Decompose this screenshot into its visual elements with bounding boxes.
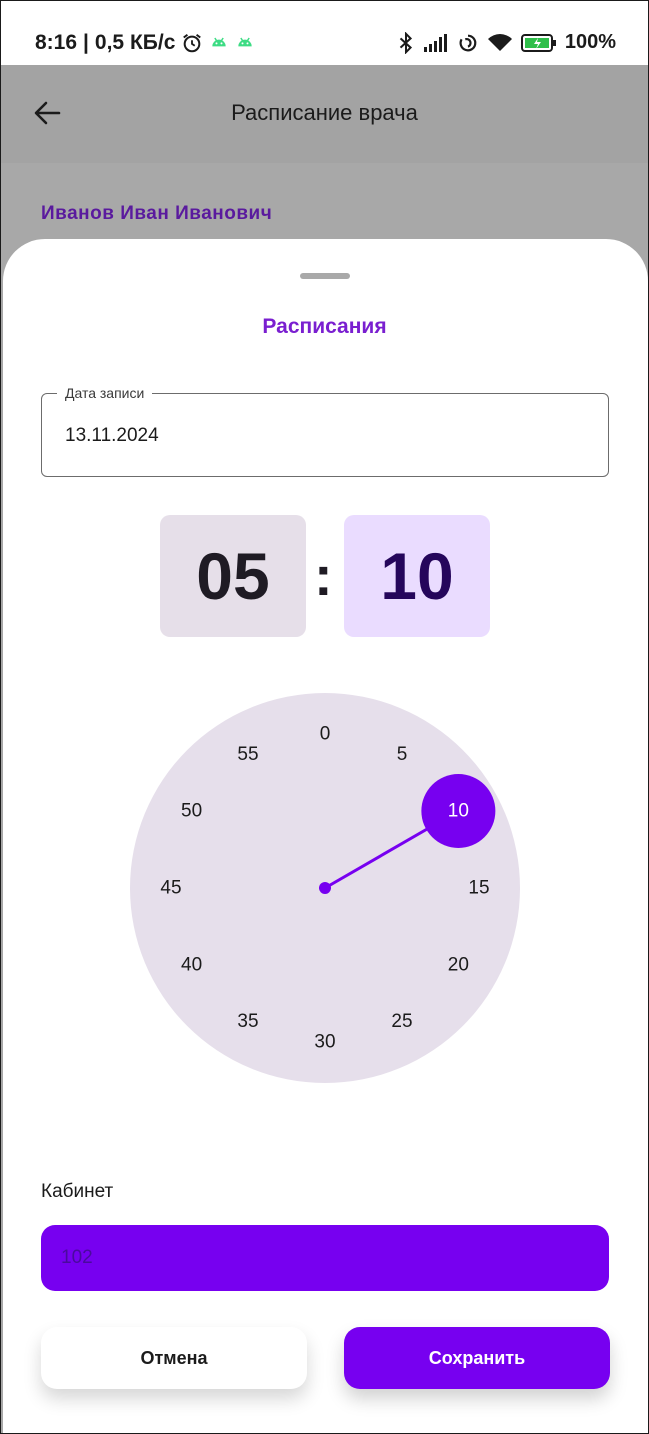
sync-icon xyxy=(459,34,477,51)
bluetooth-icon xyxy=(399,31,412,54)
screen: 8:16 | 0,5 КБ/с 100% Расписание врача Ив… xyxy=(0,0,649,1434)
dial-label-20[interactable]: 20 xyxy=(448,955,469,976)
dial-label-55[interactable]: 55 xyxy=(237,744,258,765)
status-speed: 0,5 КБ/с xyxy=(94,31,176,54)
minute-clock-dial[interactable]: 0 5 10 15 20 25 30 35 40 45 50 55 xyxy=(130,693,520,1083)
dial-label-5[interactable]: 5 xyxy=(397,744,408,765)
minutes-selector[interactable]: 10 xyxy=(344,515,490,637)
cabinet-value[interactable]: 102 xyxy=(61,1247,93,1269)
dial-label-40[interactable]: 40 xyxy=(181,955,202,976)
status-bar: 8:16 | 0,5 КБ/с 100% xyxy=(1,1,648,65)
cancel-button[interactable]: Отмена xyxy=(41,1327,307,1389)
battery-percent: 100% xyxy=(564,31,616,53)
date-field-value[interactable]: 13.11.2024 xyxy=(65,425,159,447)
dial-label-35[interactable]: 35 xyxy=(237,1011,258,1032)
dial-label-45[interactable]: 45 xyxy=(160,878,181,899)
save-button[interactable]: Сохранить xyxy=(344,1327,610,1389)
time-separator: : xyxy=(314,544,333,607)
dial-label-50[interactable]: 50 xyxy=(181,801,202,822)
wifi-icon xyxy=(487,33,512,51)
drag-handle[interactable] xyxy=(300,273,350,279)
cabinet-label: Кабинет xyxy=(41,1181,114,1202)
page-title: Расписание врача xyxy=(231,100,418,125)
hours-selector[interactable]: 05 xyxy=(160,515,306,637)
date-field-label: Дата записи xyxy=(57,385,153,401)
cabinet-input[interactable] xyxy=(41,1225,609,1291)
battery-icon xyxy=(520,33,556,52)
alarm-icon xyxy=(183,33,202,53)
signal-icon xyxy=(423,33,447,52)
doctor-name: Иванов Иван Иванович xyxy=(41,203,273,224)
dial-label-0[interactable]: 0 xyxy=(320,724,331,745)
sheet-title: Расписания xyxy=(262,315,387,338)
dial-label-30[interactable]: 30 xyxy=(314,1032,335,1053)
dial-label-15[interactable]: 15 xyxy=(468,878,489,899)
dial-label-10[interactable]: 10 xyxy=(448,801,469,822)
android-icon xyxy=(238,37,253,47)
dial-center xyxy=(319,882,331,894)
dial-label-25[interactable]: 25 xyxy=(391,1011,412,1032)
status-time: 8:16 xyxy=(35,31,78,54)
android-icon xyxy=(212,37,227,47)
